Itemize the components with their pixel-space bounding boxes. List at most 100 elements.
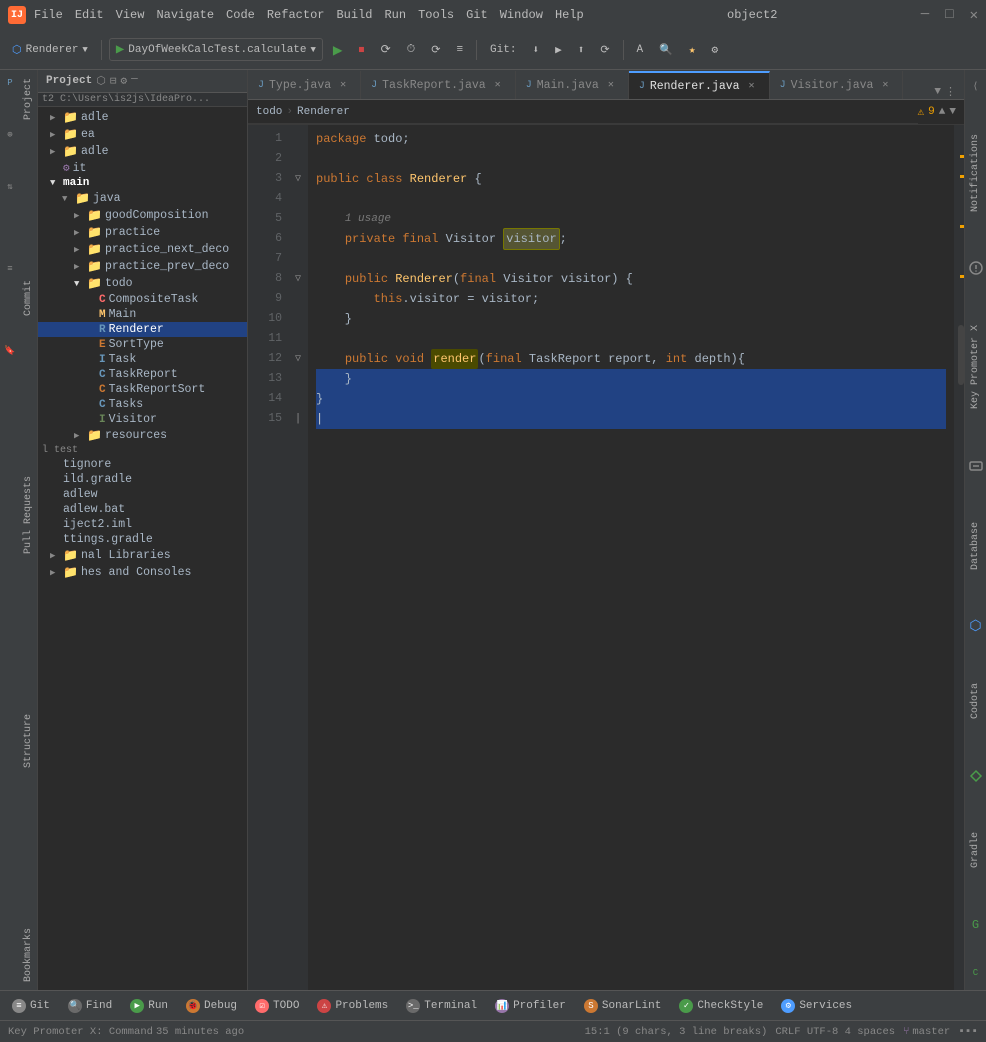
services-tool-button[interactable]: ⚙ Services (773, 995, 860, 1017)
code-content[interactable]: package todo; public class Renderer { 1 … (308, 125, 954, 990)
profiler-tool-button[interactable]: 📊 Profiler (487, 995, 574, 1017)
tree-item-todo[interactable]: ▼ 📁 todo (38, 275, 247, 292)
tree-item-task-report-sort[interactable]: ▶ C TaskReportSort (38, 382, 247, 397)
reload-button[interactable]: ⟳ (425, 36, 446, 64)
menu-window[interactable]: Window (500, 8, 543, 22)
renderer-dropdown[interactable]: ⬡ Renderer ▼ (6, 36, 94, 64)
sidebar-label-structure[interactable]: Structure (21, 706, 36, 776)
menu-navigate[interactable]: Navigate (156, 8, 214, 22)
profile-button[interactable]: ⏱ (401, 36, 422, 64)
translate-button[interactable]: A (631, 36, 650, 64)
sidebar-label-project[interactable]: Project (21, 70, 36, 128)
tree-item-resources[interactable]: ▶ 📁 resources (38, 427, 247, 444)
tree-item-gradlew-bat[interactable]: ▶ adlew.bat (38, 502, 247, 517)
panel-settings-icon[interactable]: ⚙ (120, 74, 127, 88)
git-rollback-button[interactable]: ⟳ (594, 36, 615, 64)
tab-type-java[interactable]: J Type.java ✕ (248, 71, 361, 99)
tree-item-java[interactable]: ▼ 📁 java (38, 190, 247, 207)
gradle-icon[interactable]: G (967, 916, 985, 934)
tree-item-practice[interactable]: ▶ 📁 practice (38, 224, 247, 241)
menu-bar[interactable]: File Edit View Navigate Code Refactor Bu… (34, 8, 584, 22)
tree-item-main[interactable]: ▼ main (38, 176, 247, 190)
run-tool-button[interactable]: ▶ Run (122, 995, 176, 1017)
sidebar-label-pullreq[interactable]: Pull Requests (21, 468, 36, 562)
memory-indicator[interactable]: ▪▪▪ (958, 1026, 978, 1038)
sidebar-codota-label[interactable]: Codota (968, 675, 983, 727)
tree-item-ext-libs[interactable]: ▶ 📁 nal Libraries (38, 547, 247, 564)
sonar-tool-button[interactable]: S SonarLint (576, 995, 669, 1017)
tree-item-tasks[interactable]: ▶ C Tasks (38, 397, 247, 412)
tree-item-adle[interactable]: ▶ 📁 adle (38, 109, 247, 126)
git-push-button[interactable]: ▶ (549, 36, 568, 64)
settings-button[interactable]: ⚙ (705, 36, 724, 64)
sidebar-notifications-label[interactable]: Notifications (968, 126, 983, 220)
menu-file[interactable]: File (34, 8, 63, 22)
checkstyle-tool-button[interactable]: ✓ CheckStyle (671, 995, 771, 1017)
tree-item-practice-prev[interactable]: ▶ 📁 practice_prev_deco (38, 258, 247, 275)
fold-class-icon[interactable]: ▽ (295, 173, 301, 185)
tab-visitor-java[interactable]: J Visitor.java ✕ (770, 71, 904, 99)
sidebar-database-label[interactable]: Database (968, 514, 983, 578)
sidebar-label-commit[interactable]: Commit (21, 272, 36, 324)
git-tool-button[interactable]: ≡ Git (4, 995, 58, 1017)
menu-view[interactable]: View (116, 8, 145, 22)
notification-icon[interactable] (967, 259, 985, 277)
tab-close-taskreport[interactable]: ✕ (491, 78, 505, 92)
coverage-sidebar-icon[interactable]: C (967, 964, 985, 982)
tree-item-task-report[interactable]: ▶ C TaskReport (38, 367, 247, 382)
debug-tool-button[interactable]: 🐞 Debug (178, 995, 245, 1017)
tab-main-java[interactable]: J Main.java ✕ (516, 71, 629, 99)
menu-tools[interactable]: Tools (418, 8, 454, 22)
menu-build[interactable]: Build (336, 8, 372, 22)
tree-item-gradlew[interactable]: ▶ adlew (38, 487, 247, 502)
menu-edit[interactable]: Edit (75, 8, 104, 22)
menu-git[interactable]: Git (466, 8, 488, 22)
tree-item-task[interactable]: ▶ I Task (38, 352, 247, 367)
terminal-tool-button[interactable]: >_ Terminal (398, 995, 485, 1017)
database-icon[interactable]: ⬡ (967, 618, 985, 636)
window-controls[interactable]: ─ □ ✕ (921, 7, 978, 24)
right-panel-top-icon[interactable]: ⟨ (967, 78, 985, 96)
coverage-button[interactable]: ⟳ (375, 36, 397, 64)
sidebar-gradle-label[interactable]: Gradle (968, 824, 983, 876)
bookmarks-icon-btn[interactable]: 🔖 (1, 342, 19, 360)
warning-indicator[interactable]: ⚠ 9 ▲ ▼ (918, 105, 964, 119)
commit-icon-btn[interactable]: ⊕ (1, 126, 19, 144)
tree-item-composite-task[interactable]: ▶ C CompositeTask (38, 292, 247, 307)
tab-close-visitor[interactable]: ✕ (878, 78, 892, 92)
tree-item-iml[interactable]: ▶ iject2.iml (38, 517, 247, 532)
minimize-button[interactable]: ─ (921, 7, 929, 24)
git-fetch-button[interactable]: ⬆ (572, 36, 591, 64)
menu-help[interactable]: Help (555, 8, 584, 22)
tree-item-tignore[interactable]: ▶ tignore (38, 457, 247, 472)
tab-taskreport-java[interactable]: J TaskReport.java ✕ (361, 71, 516, 99)
menu-code[interactable]: Code (226, 8, 255, 22)
menu-run[interactable]: Run (384, 8, 406, 22)
scrollbar-thumb[interactable] (958, 325, 964, 385)
search-everywhere-button[interactable]: 🔍 (653, 36, 679, 64)
warning-nav-down[interactable]: ▼ (949, 106, 956, 118)
tab-scroll-down-icon[interactable]: ▼ (934, 86, 941, 98)
menu-refactor[interactable]: Refactor (267, 8, 325, 22)
warning-nav-up[interactable]: ▲ (939, 106, 946, 118)
fold-method-icon[interactable]: ▽ (295, 353, 301, 365)
project-icon-btn[interactable]: P (1, 74, 19, 92)
tab-close-main[interactable]: ✕ (604, 78, 618, 92)
tree-item-settings-gradle[interactable]: ▶ ttings.gradle (38, 532, 247, 547)
tree-item-renderer[interactable]: ▶ R Renderer (38, 322, 247, 337)
tab-more-icon[interactable]: ⋮ (945, 85, 956, 99)
run-button[interactable]: ▶ (327, 36, 349, 64)
tree-item-sort-type[interactable]: ▶ E SortType (38, 337, 247, 352)
run-config-dropdown[interactable]: ▶ DayOfWeekCalcTest.calculate ▼ (109, 38, 323, 61)
tab-close-type[interactable]: ✕ (336, 78, 350, 92)
close-button[interactable]: ✕ (970, 7, 978, 24)
code-editor[interactable]: 1 2 3 4 5 6 7 8 9 10 11 12 13 14 15 (248, 125, 964, 990)
panel-collapse-icon[interactable]: ⊟ (110, 74, 117, 88)
git-pull-button[interactable]: ⬇ (526, 36, 545, 64)
tree-item-scratches[interactable]: ▶ 📁 hes and Consoles (38, 564, 247, 581)
more-button[interactable]: ≡ (450, 36, 469, 64)
codota-icon[interactable] (967, 767, 985, 785)
tree-item-build-gradle[interactable]: ▶ ild.gradle (38, 472, 247, 487)
find-tool-button[interactable]: 🔍 Find (60, 995, 120, 1017)
tree-item-goodComposition[interactable]: ▶ 📁 goodComposition (38, 207, 247, 224)
